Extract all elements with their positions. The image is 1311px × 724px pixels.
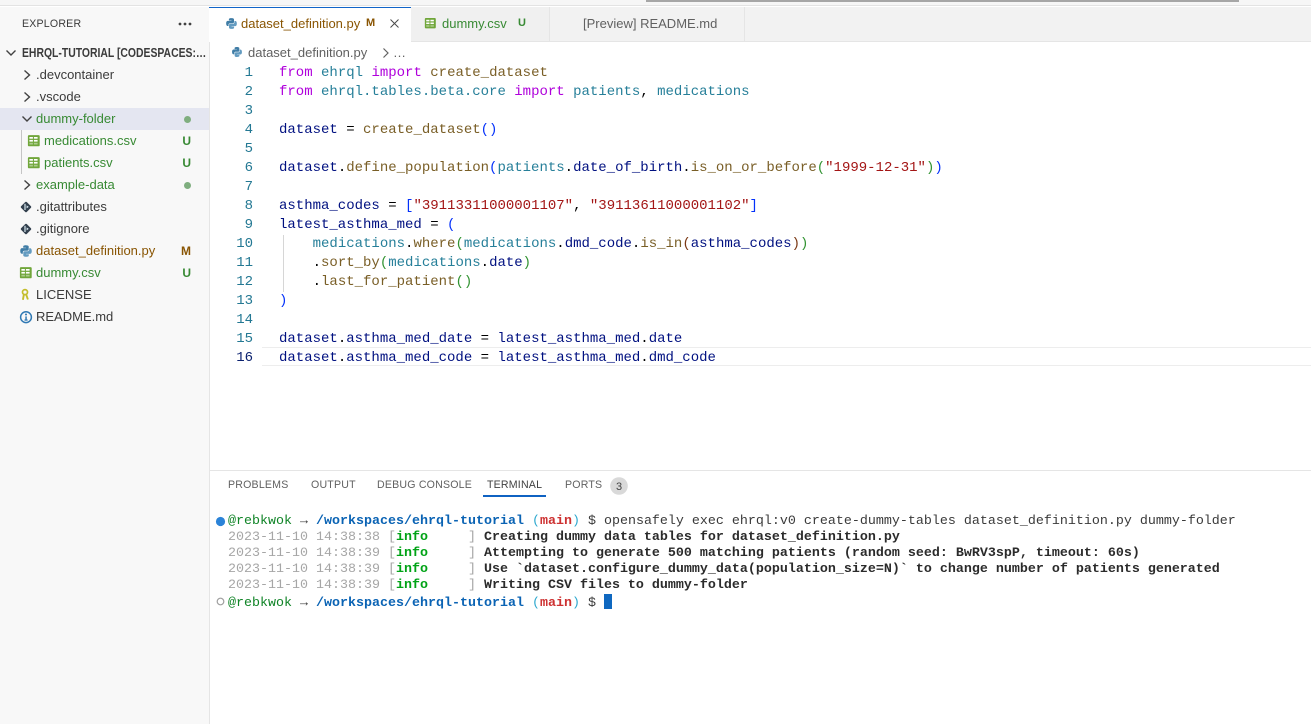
svg-text:3: 3 [616, 481, 622, 493]
